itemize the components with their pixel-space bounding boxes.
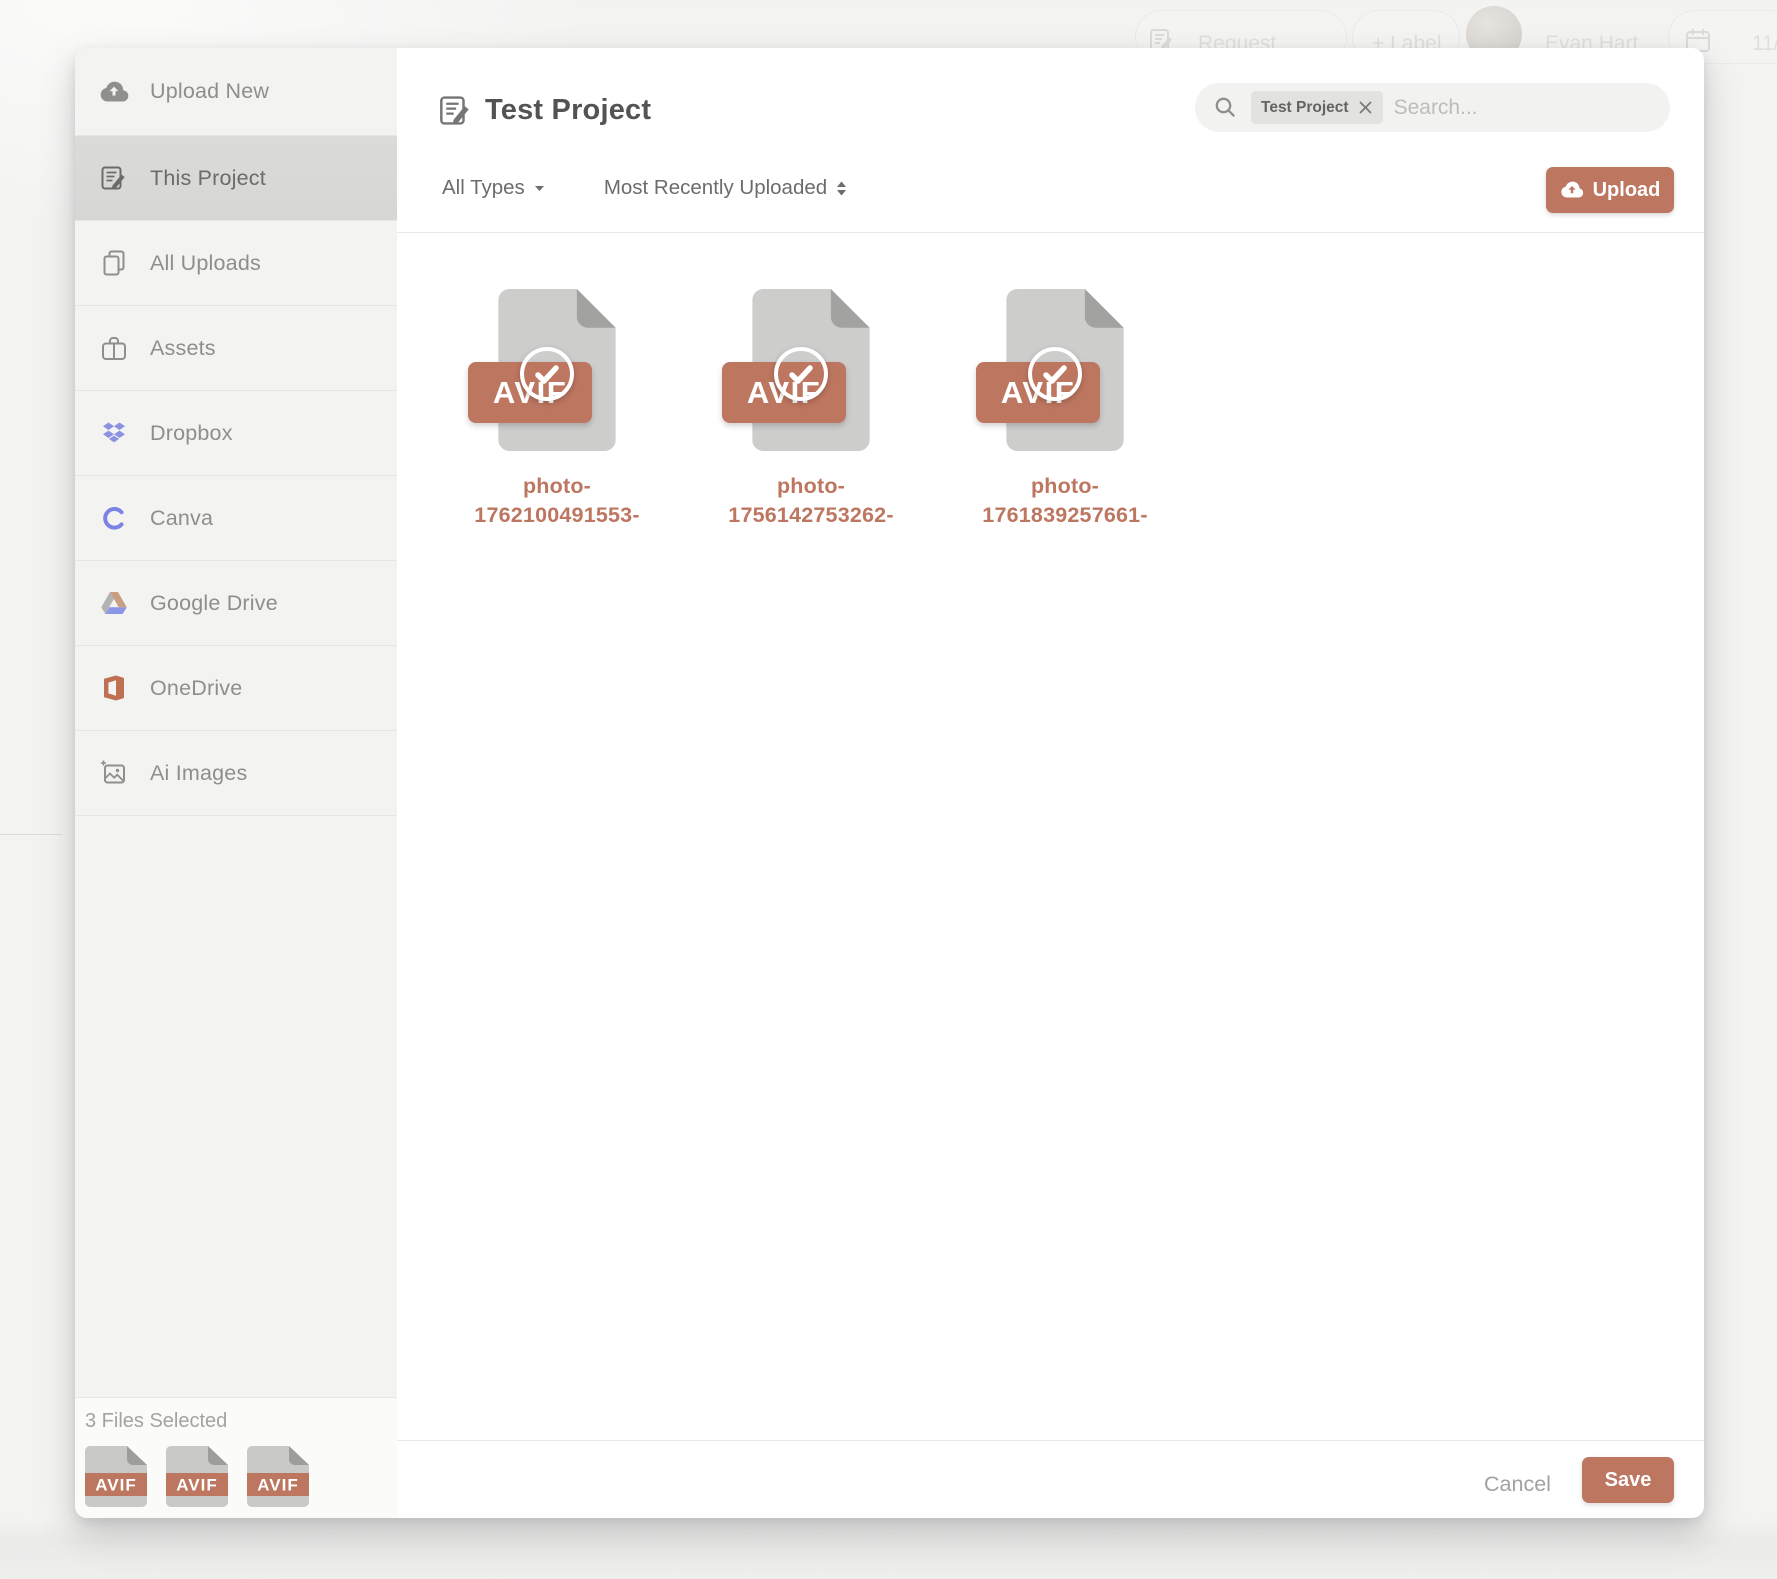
sidebar-item-google-drive[interactable]: Google Drive (75, 561, 397, 646)
sidebar-item-label: Canva (150, 506, 213, 531)
sidebar-item-label: This Project (150, 166, 266, 191)
main-panel: Test Project Test Project Search... Uplo… (397, 48, 1704, 1518)
google-drive-icon (99, 588, 129, 618)
file-card[interactable]: AVIF photo- 1761839257661- (938, 288, 1192, 608)
svg-text:AVIF: AVIF (176, 1476, 217, 1495)
sidebar-item-all-uploads[interactable]: All Uploads (75, 221, 397, 306)
file-card[interactable]: AVIF photo- 1756142753262- (684, 288, 938, 608)
file-name: photo- 1756142753262- (684, 472, 938, 530)
file-grid: AVIF photo- 1762100491553- AVIF (397, 48, 1704, 648)
save-button[interactable]: Save (1582, 1457, 1674, 1503)
avif-file-icon: AVIF (245, 1445, 311, 1508)
sidebar-item-label: Assets (150, 336, 216, 361)
svg-text:AVIF: AVIF (257, 1476, 298, 1495)
footer-divider (397, 1440, 1704, 1441)
sidebar-item-label: OneDrive (150, 676, 242, 701)
source-sidebar: Upload New This Project All Uploads (75, 48, 397, 1518)
copies-icon (99, 248, 129, 278)
ai-images-icon (99, 758, 129, 788)
selected-files-tray: 3 Files Selected AVIF AVIF (75, 1397, 397, 1518)
selected-files-thumbnails: AVIF AVIF AVIF (83, 1445, 311, 1508)
selected-files-count: 3 Files Selected (85, 1410, 227, 1433)
dropbox-icon (99, 418, 129, 448)
avif-file-icon: AVIF (164, 1445, 230, 1508)
file-name: photo- 1761839257661- (938, 472, 1192, 530)
sidebar-item-label: Dropbox (150, 421, 233, 446)
selected-check-icon (520, 347, 574, 401)
canva-icon (99, 503, 129, 533)
svg-text:AVIF: AVIF (95, 1476, 136, 1495)
sidebar-item-label: Google Drive (150, 591, 278, 616)
sidebar-item-dropbox[interactable]: Dropbox (75, 391, 397, 476)
sidebar-item-this-project[interactable]: This Project (75, 136, 397, 221)
onedrive-icon (99, 673, 129, 703)
file-name: photo- 1762100491553- (430, 472, 684, 530)
file-card[interactable]: AVIF photo- 1762100491553- (430, 288, 684, 608)
sidebar-item-label: Ai Images (150, 761, 247, 786)
sidebar-item-upload-new[interactable]: Upload New (75, 48, 397, 136)
sidebar-item-label: All Uploads (150, 251, 261, 276)
sidebar-item-onedrive[interactable]: OneDrive (75, 646, 397, 731)
cancel-button[interactable]: Cancel (1472, 1464, 1563, 1505)
background-date-text: 11/05 (1752, 32, 1777, 56)
sidebar-item-canva[interactable]: Canva (75, 476, 397, 561)
file-picker-modal: Upload New This Project All Uploads (75, 48, 1704, 1518)
selected-check-icon (1028, 347, 1082, 401)
sidebar-item-assets[interactable]: Assets (75, 306, 397, 391)
project-document-icon (99, 163, 129, 193)
sidebar-item-ai-images[interactable]: Ai Images (75, 731, 397, 816)
avif-file-icon: AVIF (83, 1445, 149, 1508)
background-content-edge (0, 834, 62, 835)
sidebar-item-label: Upload New (150, 79, 269, 104)
briefcase-icon (99, 333, 129, 363)
cloud-upload-icon (99, 77, 129, 107)
selected-check-icon (774, 347, 828, 401)
